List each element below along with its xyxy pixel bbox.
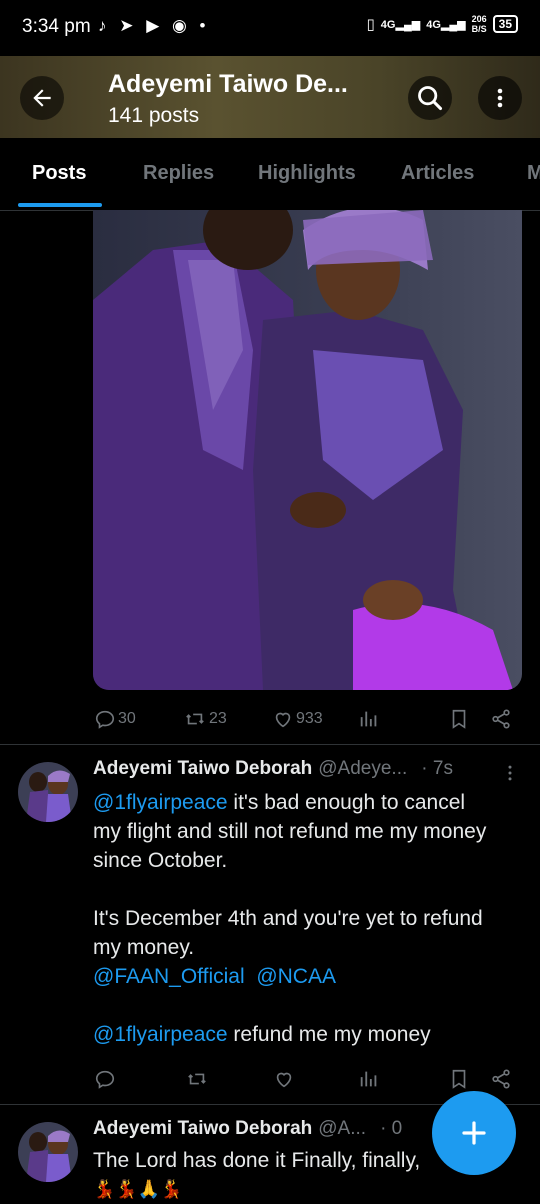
header-title: Adeyemi Taiwo De...	[108, 70, 348, 98]
views-button[interactable]	[358, 708, 380, 730]
views-icon	[360, 1071, 377, 1087]
reply-count: 30	[118, 710, 136, 727]
active-tab-indicator	[18, 203, 102, 207]
reply-button[interactable]	[94, 1068, 116, 1090]
compose-button[interactable]	[432, 1091, 516, 1175]
reply-button[interactable]: 30	[94, 708, 136, 730]
views-icon	[360, 711, 377, 727]
bookmark-icon	[452, 1069, 466, 1089]
repost-button[interactable]: 23	[183, 708, 227, 730]
tab-media[interactable]: M	[527, 162, 540, 185]
vibrate-icon: ▯	[366, 16, 375, 33]
tweet2-text: The Lord has done it Finally, finally, 💃…	[93, 1146, 433, 1204]
tab-highlights[interactable]: Highlights	[258, 162, 356, 185]
mention-link[interactable]: @1flyairpeace	[93, 1023, 228, 1046]
author-name[interactable]: Adeyemi Taiwo Deborah	[93, 1118, 312, 1140]
repost-count: 23	[209, 710, 227, 727]
like-count: 933	[296, 710, 323, 727]
share-button[interactable]	[490, 708, 512, 730]
tweet2-meta: Adeyemi Taiwo Deborah @A... · 0	[93, 1118, 402, 1140]
like-button[interactable]	[273, 1068, 295, 1090]
tab-articles[interactable]: Articles	[401, 162, 474, 185]
avatar-image	[18, 762, 78, 822]
post-count: 141 posts	[108, 104, 200, 127]
avatar[interactable]	[18, 1122, 78, 1182]
repost-button[interactable]	[185, 1068, 209, 1090]
tweet-time: · 7s	[421, 758, 453, 779]
share-icon	[492, 1069, 510, 1089]
net-speed: 206 B/S	[471, 14, 487, 34]
mention-link[interactable]: @1flyairpeace	[93, 791, 228, 814]
avatar[interactable]	[18, 762, 78, 822]
notification-icons: ♪ ➤ ▶ ◉ •	[98, 16, 210, 35]
divider	[0, 744, 540, 745]
search-icon	[418, 86, 443, 111]
tweet1-actions	[0, 1064, 540, 1094]
share-button[interactable]	[490, 1068, 512, 1090]
like-icon	[276, 1072, 292, 1088]
tweet1-text: @1flyairpeace it's bad enough to cancel …	[93, 791, 487, 1046]
bookmark-button[interactable]	[448, 708, 470, 730]
post-image[interactable]	[93, 210, 522, 690]
avatar-image	[18, 1122, 78, 1182]
bookmark-icon	[452, 709, 466, 729]
couple-photo	[93, 210, 522, 690]
views-button[interactable]	[358, 1068, 380, 1090]
plus-icon	[462, 1121, 486, 1145]
more-button[interactable]	[478, 76, 522, 120]
search-button[interactable]	[408, 76, 452, 120]
post1-actions: 30 23 933	[0, 704, 540, 734]
bookmark-button[interactable]	[448, 1068, 470, 1090]
mention-link[interactable]: @FAAN_Official	[93, 965, 245, 988]
back-button[interactable]	[20, 76, 64, 120]
status-right-icons: ▯ 4G▂▄▆ 4G▂▄▆ 206 B/S 35	[367, 14, 518, 34]
back-arrow-icon	[33, 89, 51, 107]
repost-icon	[186, 713, 204, 725]
profile-tabs: Posts Replies Highlights Articles M	[0, 138, 540, 211]
tweet1-meta: Adeyemi Taiwo Deborah @Adeye... · 7s	[93, 758, 453, 780]
status-bar: 3:34 pm ♪ ➤ ▶ ◉ • ▯ 4G▂▄▆ 4G▂▄▆ 206 B/S 3…	[0, 0, 540, 56]
more-icon	[508, 765, 512, 781]
like-icon	[275, 712, 291, 728]
more-icon	[497, 88, 503, 108]
reply-icon	[95, 1070, 115, 1089]
signal-icon: 4G▂▄▆	[380, 18, 421, 31]
tweet-more-button[interactable]	[500, 762, 520, 789]
mention-link[interactable]: @NCAA	[256, 965, 336, 988]
like-button[interactable]: 933	[272, 708, 323, 730]
reply-icon	[95, 710, 115, 729]
author-handle[interactable]: @Adeye...	[318, 758, 407, 780]
battery-icon: 35	[492, 15, 518, 33]
author-handle[interactable]: @A...	[318, 1118, 366, 1140]
signal-icon-2: 4G▂▄▆	[426, 18, 466, 31]
profile-header: Adeyemi Taiwo De... 141 posts	[0, 56, 540, 138]
share-icon	[492, 709, 510, 729]
repost-icon	[188, 1073, 206, 1085]
tab-replies[interactable]: Replies	[143, 162, 214, 185]
tab-posts[interactable]: Posts	[32, 162, 86, 185]
status-time: 3:34 pm	[22, 16, 91, 37]
tweet-time: · 0	[380, 1118, 403, 1139]
author-name[interactable]: Adeyemi Taiwo Deborah	[93, 758, 312, 780]
